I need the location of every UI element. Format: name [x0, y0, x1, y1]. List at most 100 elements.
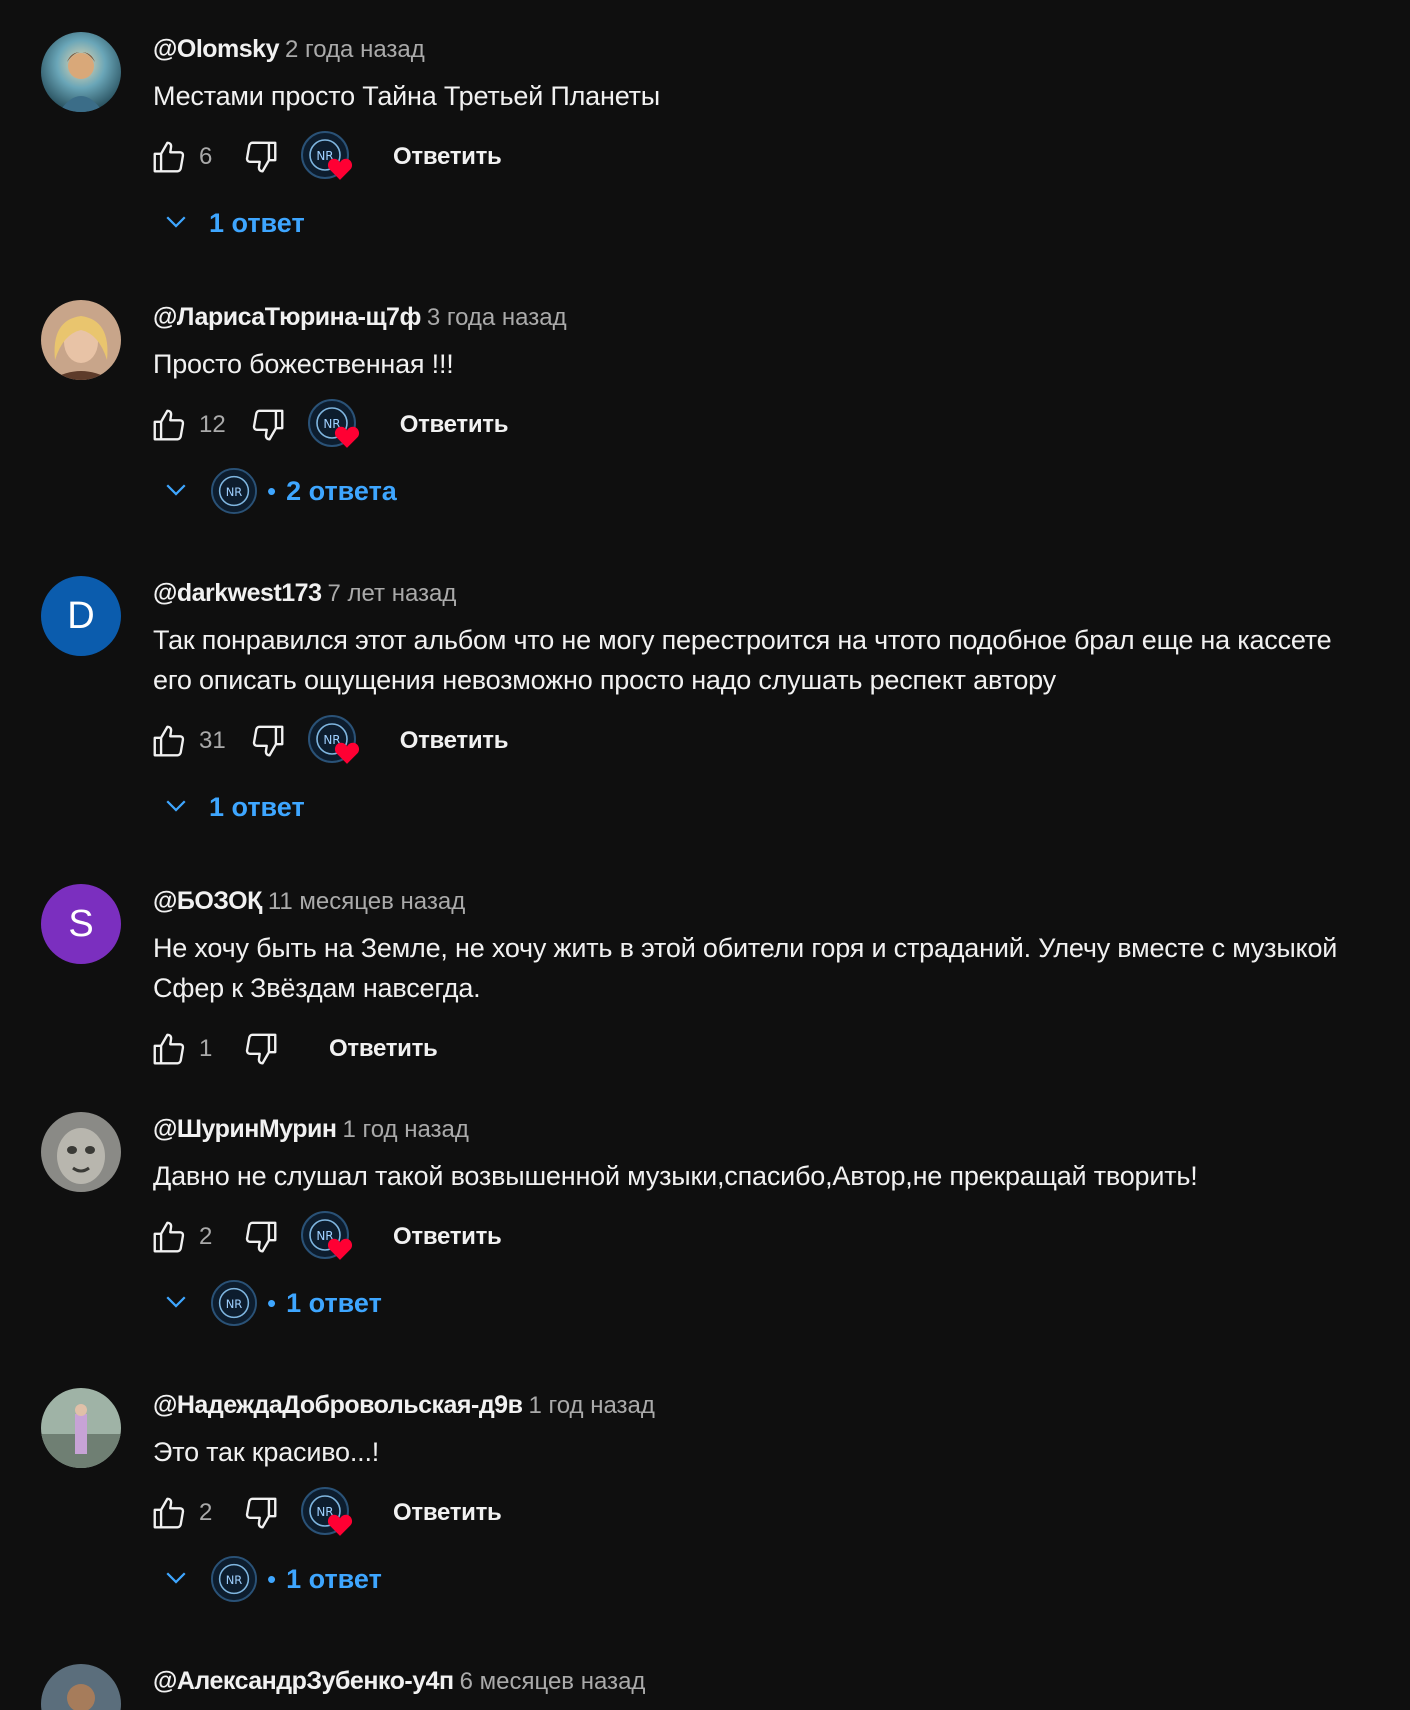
comment-author[interactable]: @darkwest173 [153, 579, 322, 607]
creator-heart-badge: NR [301, 1211, 353, 1263]
comment-text: Местами просто Тайна Третьей Планеты [153, 81, 660, 111]
comment-header: @АлександрЗубенко-у4п 6 месяцев назад [153, 1664, 1350, 1698]
replies-count[interactable]: 1 ответ [286, 1564, 382, 1595]
comment-time[interactable]: 3 года назад [427, 304, 567, 331]
like-button[interactable] [149, 1217, 189, 1257]
dislike-button[interactable] [241, 1029, 281, 1069]
replies-toggle[interactable]: 1 ответ [161, 782, 1350, 832]
creator-heart-badge: NR [301, 1487, 353, 1539]
avatar[interactable]: D [41, 576, 121, 656]
comment-body: @ШуринМурин 1 год назад Давно не слушал т… [153, 1112, 1350, 1328]
chevron-down-icon [166, 1295, 186, 1308]
comment-actions: 31 NR Ответить [153, 715, 1350, 764]
separator-dot: • [267, 475, 277, 506]
avatar[interactable] [41, 1388, 121, 1468]
thumb-down-icon [252, 725, 284, 757]
comment-time[interactable]: 1 год назад [528, 1392, 654, 1419]
comment-author[interactable]: @ЛарисаТюрина-щ7ф [153, 303, 421, 331]
dislike-button[interactable] [241, 1493, 281, 1533]
reply-button[interactable]: Ответить [400, 411, 509, 439]
chevron-down-icon [166, 483, 186, 496]
dislike-button[interactable] [248, 405, 288, 445]
thumb-up-icon [153, 1221, 185, 1253]
avatar[interactable] [41, 300, 121, 380]
replies-toggle[interactable]: NR • 1 ответ [161, 1554, 1350, 1604]
thumb-down-icon [245, 1497, 277, 1529]
separator-dot: • [267, 1563, 277, 1594]
like-count: 2 [199, 1499, 213, 1526]
avatar[interactable] [41, 1664, 121, 1710]
like-count: 12 [199, 411, 226, 438]
comments-section: @Olomsky 2 года назад Местами просто Тайн… [0, 0, 1410, 1710]
chevron-down-icon [166, 215, 186, 228]
comment-time[interactable]: 1 год назад [342, 1116, 468, 1143]
like-button[interactable] [149, 1029, 189, 1069]
avatar[interactable]: S [41, 884, 121, 964]
creator-reply-avatar-icon: NR [211, 468, 257, 514]
separator-dot: • [267, 1287, 277, 1318]
avatar-image [41, 1664, 121, 1710]
creator-reply-avatar-icon: NR [211, 1280, 257, 1326]
comment-body: @Olomsky 2 года назад Местами просто Тайн… [153, 32, 1350, 248]
thumb-up-icon [153, 1033, 185, 1065]
replies-count[interactable]: 2 ответа [286, 476, 397, 507]
thumb-down-icon [252, 409, 284, 441]
like-button[interactable] [149, 137, 189, 177]
reply-button[interactable]: Ответить [393, 143, 502, 171]
comment-author[interactable]: @БОЗОҚ [153, 887, 262, 915]
heart-icon [327, 1514, 353, 1536]
thumb-down-icon [245, 1033, 277, 1065]
comment-text: Не хочу быть на Земле, не хочу жить в эт… [153, 933, 1338, 1003]
dislike-button[interactable] [248, 721, 288, 761]
comment-header: @ЛарисаТюрина-щ7ф 3 года назад [153, 300, 1350, 334]
comment-author[interactable]: @Olomsky [153, 35, 279, 63]
comment-time[interactable]: 6 месяцев назад [460, 1668, 646, 1695]
replies-toggle[interactable]: NR • 1 ответ [161, 1278, 1350, 1328]
thumb-up-icon [153, 1497, 185, 1529]
creator-reply-avatar-icon: NR [211, 1556, 257, 1602]
reply-button[interactable]: Ответить [329, 1035, 438, 1063]
heart-icon [327, 1238, 353, 1260]
comment-body: @ЛарисаТюрина-щ7ф 3 года назад Просто бож… [153, 300, 1350, 516]
comment-body: @АлександрЗубенко-у4п 6 месяцев назад [153, 1664, 1350, 1698]
replies-toggle[interactable]: 1 ответ [161, 198, 1350, 248]
chevron-down-icon [166, 1571, 186, 1584]
avatar[interactable] [41, 32, 121, 112]
comment-header: @ШуринМурин 1 год назад [153, 1112, 1350, 1146]
replies-count[interactable]: 1 ответ [286, 1288, 382, 1319]
comment-author[interactable]: @НадеждаДобровольская-д9в [153, 1391, 523, 1419]
replies-count[interactable]: 1 ответ [209, 208, 305, 239]
like-count: 6 [199, 143, 213, 170]
comment-actions: 2 NR Ответить [153, 1211, 1350, 1263]
comment-time[interactable]: 2 года назад [285, 36, 425, 63]
avatar-letter: D [67, 594, 95, 637]
avatar-image [41, 32, 121, 112]
comment-actions: 1 Ответить [153, 1026, 1350, 1072]
svg-text:NR: NR [226, 1573, 243, 1587]
heart-icon [334, 426, 359, 448]
comment-time[interactable]: 11 месяцев назад [268, 888, 465, 915]
thumb-up-icon [153, 725, 185, 757]
thumb-up-icon [153, 409, 185, 441]
replies-toggle[interactable]: NR • 2 ответа [161, 466, 1350, 516]
reply-button[interactable]: Ответить [393, 1499, 502, 1527]
comment-header: @darkwest173 7 лет назад [153, 576, 1350, 610]
like-button[interactable] [149, 1493, 189, 1533]
dislike-button[interactable] [241, 1217, 281, 1257]
reply-button[interactable]: Ответить [400, 727, 509, 755]
like-button[interactable] [149, 405, 189, 445]
avatar-image [41, 300, 121, 380]
dislike-button[interactable] [241, 137, 281, 177]
comment-time[interactable]: 7 лет назад [327, 580, 456, 607]
comment-header: @Olomsky 2 года назад [153, 32, 1350, 66]
comment-body: @НадеждаДобровольская-д9в 1 год назад Это… [153, 1388, 1350, 1604]
thumb-down-icon [245, 1221, 277, 1253]
reply-button[interactable]: Ответить [393, 1223, 502, 1251]
comment-author[interactable]: @АлександрЗубенко-у4п [153, 1667, 454, 1695]
comment-text: Просто божественная !!! [153, 349, 454, 379]
replies-count[interactable]: 1 ответ [209, 792, 305, 823]
comment-actions: 12 NR Ответить [153, 399, 1350, 448]
avatar[interactable] [41, 1112, 121, 1192]
comment-author[interactable]: @ШуринМурин [153, 1115, 337, 1143]
like-button[interactable] [149, 721, 189, 761]
